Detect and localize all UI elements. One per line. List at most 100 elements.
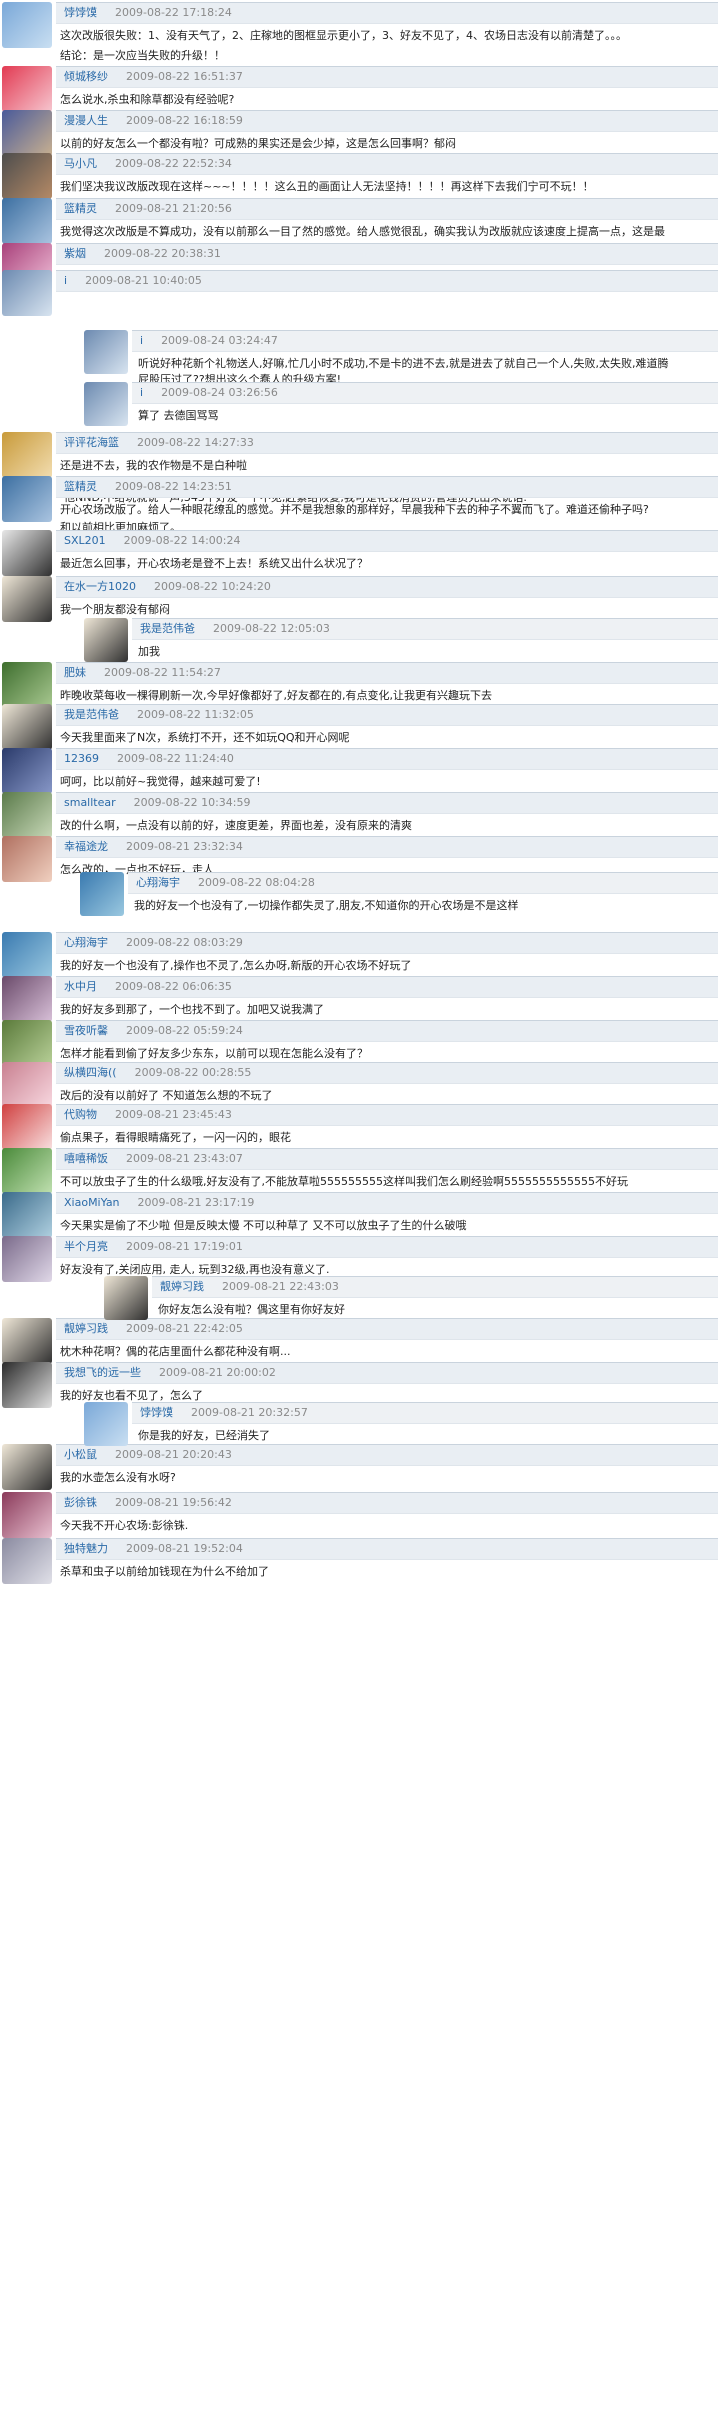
username-link[interactable]: 我是范伟爸 bbox=[64, 708, 119, 721]
user-avatar[interactable] bbox=[2, 1362, 52, 1408]
user-avatar[interactable] bbox=[2, 1148, 52, 1194]
comment-header: 水中月 2009-08-22 06:06:35 bbox=[56, 976, 718, 998]
comment-time: 2009-08-22 11:54:27 bbox=[104, 666, 221, 679]
user-avatar[interactable] bbox=[2, 198, 52, 244]
user-avatar[interactable] bbox=[2, 476, 52, 522]
username-link[interactable]: 靓婷习践 bbox=[160, 1280, 204, 1293]
user-avatar[interactable] bbox=[2, 932, 52, 978]
comment-header: 评评花海篮 2009-08-22 14:27:33 bbox=[56, 432, 718, 454]
username-link[interactable]: 小松鼠 bbox=[64, 1448, 97, 1461]
username-link[interactable]: 篮精灵 bbox=[64, 202, 97, 215]
comment-header: 马小凡 2009-08-22 22:52:34 bbox=[56, 153, 718, 175]
comment-text: 我一个朋友都没有郁闷 bbox=[60, 603, 170, 616]
avatar-image bbox=[2, 1104, 52, 1150]
username-link[interactable]: 水中月 bbox=[64, 980, 97, 993]
username-link[interactable]: 饽饽馍 bbox=[64, 6, 97, 19]
username-link[interactable]: 马小凡 bbox=[64, 157, 97, 170]
avatar-image bbox=[2, 1362, 52, 1408]
avatar-image bbox=[2, 576, 52, 622]
username-link[interactable]: 肥妹 bbox=[64, 666, 86, 679]
comment-header: 饽饽馍 2009-08-22 17:18:24 bbox=[56, 2, 718, 24]
username-link[interactable]: 我想飞的远一些 bbox=[64, 1366, 141, 1379]
user-avatar[interactable] bbox=[2, 1444, 52, 1490]
reply-avatar[interactable] bbox=[84, 330, 128, 374]
user-avatar[interactable] bbox=[2, 748, 52, 794]
user-avatar[interactable] bbox=[2, 976, 52, 1022]
user-avatar[interactable] bbox=[2, 530, 52, 576]
reply-header: 饽饽馍 2009-08-21 20:32:57 bbox=[132, 1402, 718, 1424]
user-avatar[interactable] bbox=[2, 1062, 52, 1108]
user-avatar[interactable] bbox=[2, 1538, 52, 1584]
comment-header: 12369 2009-08-22 11:24:40 bbox=[56, 748, 718, 770]
user-avatar[interactable] bbox=[2, 1492, 52, 1538]
user-avatar[interactable] bbox=[2, 836, 52, 882]
user-avatar[interactable] bbox=[2, 153, 52, 199]
username-link[interactable]: 嘻嘻稀饭 bbox=[64, 1152, 108, 1165]
username-link[interactable]: 在水一方1020 bbox=[64, 580, 136, 593]
avatar-image bbox=[2, 2, 52, 48]
reply-avatar[interactable] bbox=[84, 1402, 128, 1446]
username-link[interactable]: XiaoMiYan bbox=[64, 1196, 120, 1209]
username-link[interactable]: 心翔海宇 bbox=[136, 876, 180, 889]
user-avatar[interactable] bbox=[2, 792, 52, 838]
username-link[interactable]: i bbox=[140, 386, 143, 399]
username-link[interactable]: 我是范伟爸 bbox=[140, 622, 195, 635]
username-link[interactable]: 半个月亮 bbox=[64, 1240, 108, 1253]
reply-avatar[interactable] bbox=[84, 382, 128, 426]
username-link[interactable]: 倾城移纱 bbox=[64, 70, 108, 83]
user-avatar[interactable] bbox=[2, 1192, 52, 1238]
comment-header: i 2009-08-21 10:40:05 bbox=[56, 270, 718, 292]
comment-header: 我是范伟爸 2009-08-22 11:32:05 bbox=[56, 704, 718, 726]
reply-avatar[interactable] bbox=[104, 1276, 148, 1320]
avatar-image bbox=[2, 1020, 52, 1066]
reply-time: 2009-08-22 08:04:28 bbox=[198, 876, 315, 889]
user-avatar[interactable] bbox=[2, 432, 52, 478]
username-link[interactable]: 12369 bbox=[64, 752, 99, 765]
avatar-image bbox=[84, 382, 128, 426]
reply-avatar[interactable] bbox=[80, 872, 124, 916]
username-link[interactable]: 彭徐铢 bbox=[64, 1496, 97, 1509]
username-link[interactable]: 紫烟 bbox=[64, 247, 86, 260]
reply-header: i 2009-08-24 03:24:47 bbox=[132, 330, 718, 352]
username-link[interactable]: 靓婷习践 bbox=[64, 1322, 108, 1335]
user-avatar[interactable] bbox=[2, 1236, 52, 1282]
comment-time: 2009-08-21 22:42:05 bbox=[126, 1322, 243, 1335]
username-link[interactable]: 篮精灵 bbox=[64, 480, 97, 493]
username-link[interactable]: 漫漫人生 bbox=[64, 114, 108, 127]
reply-avatar[interactable] bbox=[84, 618, 128, 662]
user-avatar[interactable] bbox=[2, 1020, 52, 1066]
username-link[interactable]: 幸福途龙 bbox=[64, 840, 108, 853]
avatar-image bbox=[2, 1062, 52, 1108]
username-link[interactable]: i bbox=[64, 274, 67, 287]
username-link[interactable]: 代购物 bbox=[64, 1108, 97, 1121]
avatar-image bbox=[2, 1444, 52, 1490]
avatar-image bbox=[2, 748, 52, 794]
user-avatar[interactable] bbox=[2, 1104, 52, 1150]
avatar-image bbox=[2, 153, 52, 199]
comment-time: 2009-08-22 11:32:05 bbox=[137, 708, 254, 721]
username-link[interactable]: 评评花海篮 bbox=[64, 436, 119, 449]
user-avatar[interactable] bbox=[2, 704, 52, 750]
comment-header: 嘻嘻稀饭 2009-08-21 23:43:07 bbox=[56, 1148, 718, 1170]
username-link[interactable]: 纵横四海(( bbox=[64, 1066, 117, 1079]
username-link[interactable]: 雪夜听馨 bbox=[64, 1024, 108, 1037]
username-link[interactable]: SXL201 bbox=[64, 534, 106, 547]
user-avatar[interactable] bbox=[2, 576, 52, 622]
username-link[interactable]: 饽饽馍 bbox=[140, 1406, 173, 1419]
user-avatar[interactable] bbox=[2, 110, 52, 156]
comment-text: 昨晚收菜每收一棵得刷新一次,今早好像都好了,好友都在的,有点变化,让我更有兴趣玩… bbox=[60, 689, 492, 702]
user-avatar[interactable] bbox=[2, 66, 52, 112]
comment-time: 2009-08-21 17:19:01 bbox=[126, 1240, 243, 1253]
comment-header: 代购物 2009-08-21 23:45:43 bbox=[56, 1104, 718, 1126]
username-link[interactable]: smalltear bbox=[64, 796, 116, 809]
comment-text: 偷点果子，看得眼睛痛死了，一闪一闪的，眼花 bbox=[60, 1131, 291, 1144]
user-avatar[interactable] bbox=[2, 1318, 52, 1364]
user-avatar[interactable] bbox=[2, 2, 52, 48]
reply-time: 2009-08-21 20:32:57 bbox=[191, 1406, 308, 1419]
comment-time: 2009-08-22 14:23:51 bbox=[115, 480, 232, 493]
username-link[interactable]: 心翔海宇 bbox=[64, 936, 108, 949]
username-link[interactable]: i bbox=[140, 334, 143, 347]
user-avatar[interactable] bbox=[2, 662, 52, 708]
username-link[interactable]: 独特魅力 bbox=[64, 1542, 108, 1555]
user-avatar[interactable] bbox=[2, 270, 52, 316]
